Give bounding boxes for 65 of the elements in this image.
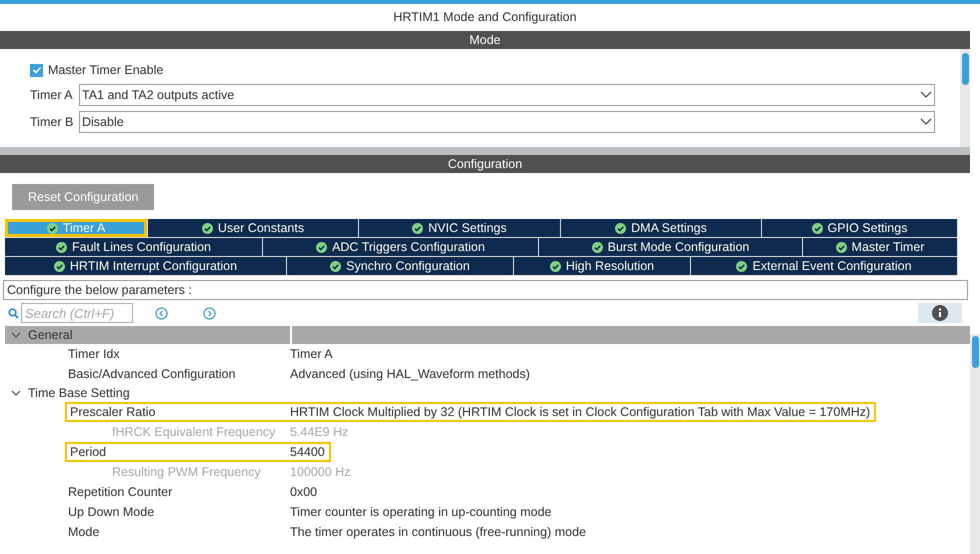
check-circle-icon [836,242,847,252]
search-icon [8,308,19,318]
check-circle-icon [330,260,342,272]
tab[interactable]: Master Timer [803,238,958,257]
parameter-value: Timer A [289,346,333,363]
chevron-down-icon [11,390,21,396]
check-circle-icon [316,242,328,252]
check-circle-icon [736,260,748,272]
tab[interactable]: Fault Lines Configuration [5,238,263,257]
field-label: Timer B [30,114,74,131]
section-header: Configuration [0,155,970,173]
check-circle-icon [54,260,65,272]
parameter-value: 5.44E9 Hz [289,424,348,441]
chevron-down-icon [920,118,932,126]
parameter-value: HRTIM Clock Multiplied by 32 (HRTIM Clock is set in Clock Configuration Tab with Max Value = 170MHz) [288,402,876,422]
back-icon[interactable] [155,306,168,320]
parameter-name: Repetition Counter [68,484,174,501]
parameter-value: Advanced (using HAL_Waveform methods) [289,366,530,383]
parameter-value: 54400 [288,442,331,462]
check-circle-icon [812,222,823,234]
check-circle-icon [202,222,213,234]
group-row[interactable]: Time Base Setting [5,384,970,402]
parameter-name: Mode [68,524,100,541]
chevron-down-icon [920,91,932,99]
hint-text: Configure the below parameters : [3,280,968,300]
parameter-name: fHRCK Equivalent Frequency [112,424,276,441]
check-circle-icon [550,260,561,272]
group-header[interactable]: General [5,326,970,344]
parameter-value: 100000 Hz [289,464,350,481]
parameter-name: Timer Idx [68,346,121,363]
tab[interactable]: Synchro Configuration [287,257,514,276]
parameter-name: Basic/Advanced Configuration [68,366,236,383]
tab[interactable]: High Resolution [514,257,691,276]
tab[interactable]: HRTIM Interrupt Configuration [5,257,287,276]
dropdown[interactable]: TA1 and TA2 outputs active [79,84,935,106]
checkbox-label: Master Timer Enable [48,62,164,79]
info-button[interactable] [918,303,962,323]
checkbox[interactable] [30,64,43,76]
field-label: Timer A [30,86,74,104]
parameter-value: The timer operates in continuous (free-running) mode [289,524,586,541]
tab[interactable]: User Constants [148,219,359,238]
parameter-name: Prescaler Ratio [65,402,288,422]
check-circle-icon [615,222,626,234]
parameter-name: Resulting PWM Frequency [112,464,262,481]
dropdown[interactable]: Disable [79,111,935,133]
parameter-value: Timer counter is operating in up-counting mode [289,504,552,521]
check-circle-icon [592,242,603,252]
tab[interactable]: GPIO Settings [762,219,958,238]
tab[interactable]: External Event Configuration [691,257,958,276]
tab[interactable]: NVIC Settings [359,219,561,238]
check-circle-icon [46,222,58,234]
parameter-value: 0x00 [289,484,318,501]
parameter-name: Up Down Mode [68,504,156,521]
window-title: HRTIM1 Mode and Configuration [393,9,577,26]
parameter-name: Period [65,442,288,462]
info-icon [932,305,948,321]
section-header: Mode [0,31,970,49]
tab[interactable]: DMA Settings [561,219,762,238]
tab[interactable]: ADC Triggers Configuration [263,238,539,257]
check-circle-icon [56,242,67,252]
forward-icon[interactable] [203,306,216,320]
tab[interactable]: Burst Mode Configuration [539,238,803,257]
chevron-down-icon [11,332,21,338]
check-circle-icon [412,222,424,234]
search-field[interactable]: Search (Ctrl+F) [21,303,133,323]
